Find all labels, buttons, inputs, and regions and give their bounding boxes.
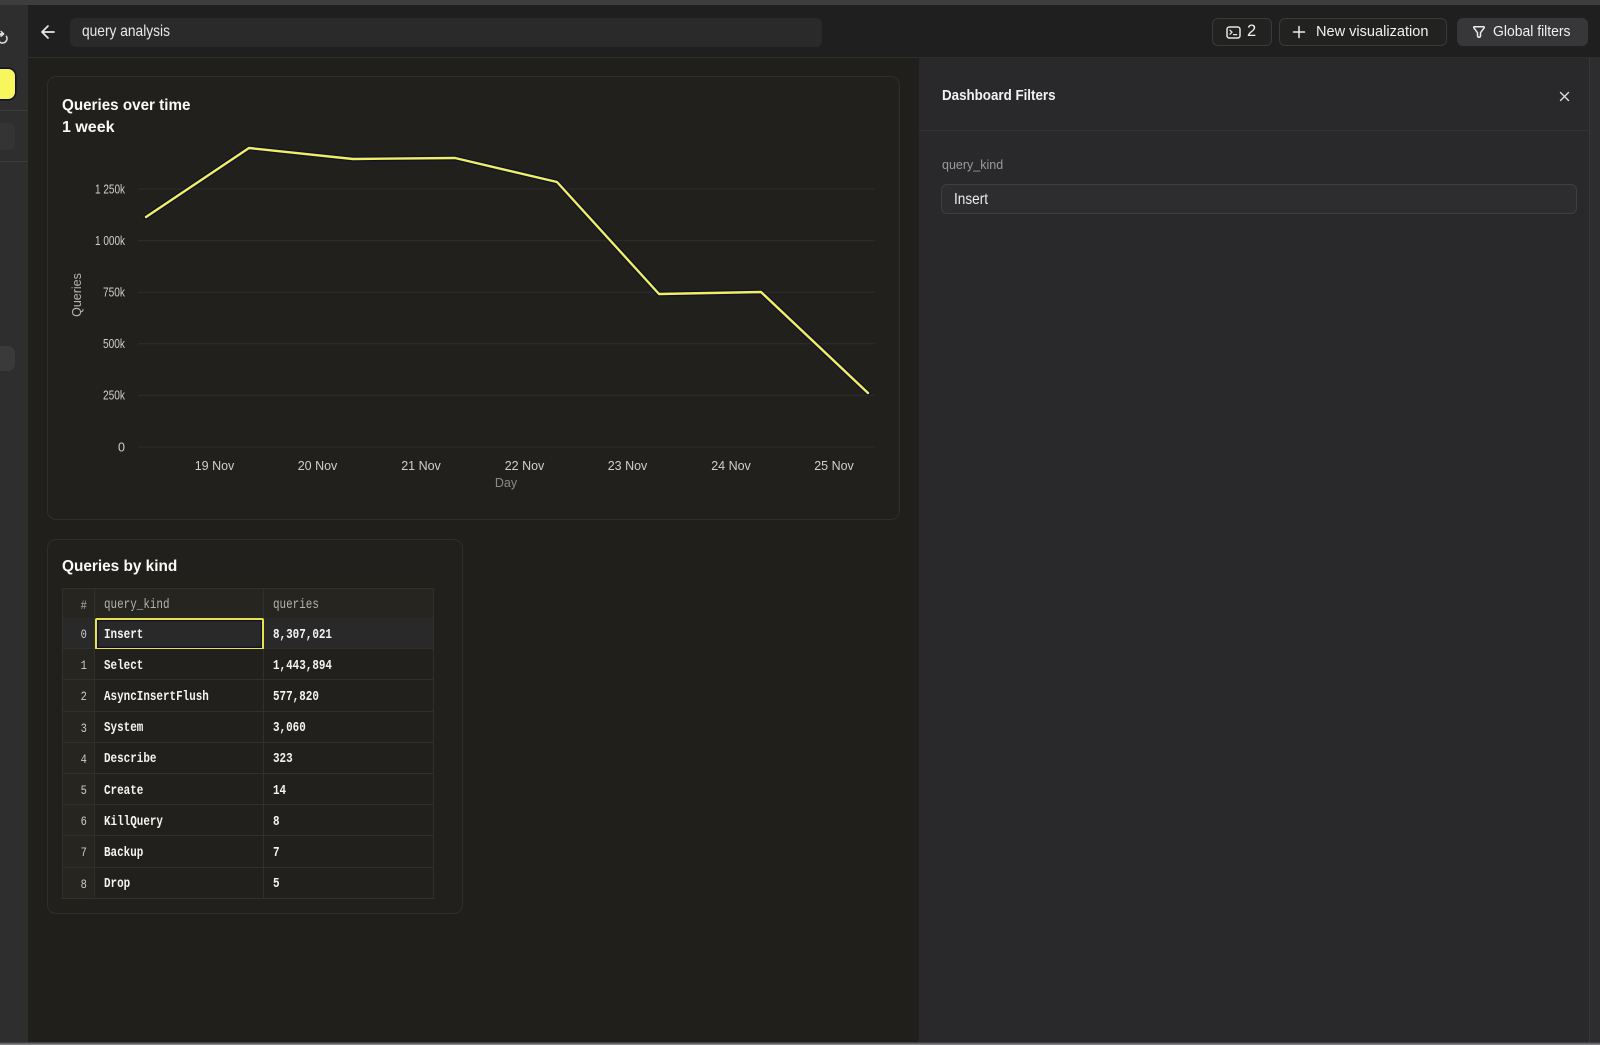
svg-text:Queries: Queries [70,273,84,317]
svg-text:750k: 750k [103,286,126,300]
svg-text:0: 0 [118,441,125,455]
svg-text:22 Nov: 22 Nov [505,459,545,473]
svg-text:1 000k: 1 000k [95,234,126,248]
svg-text:21 Nov: 21 Nov [401,459,441,473]
svg-text:24 Nov: 24 Nov [711,459,751,473]
svg-text:250k: 250k [103,389,126,403]
svg-text:1 250k: 1 250k [95,183,126,197]
svg-text:23 Nov: 23 Nov [608,459,648,473]
svg-text:25 Nov: 25 Nov [814,459,854,473]
svg-text:Day: Day [495,476,518,490]
svg-text:19 Nov: 19 Nov [195,459,235,473]
svg-text:20 Nov: 20 Nov [298,459,338,473]
svg-text:500k: 500k [103,337,126,351]
